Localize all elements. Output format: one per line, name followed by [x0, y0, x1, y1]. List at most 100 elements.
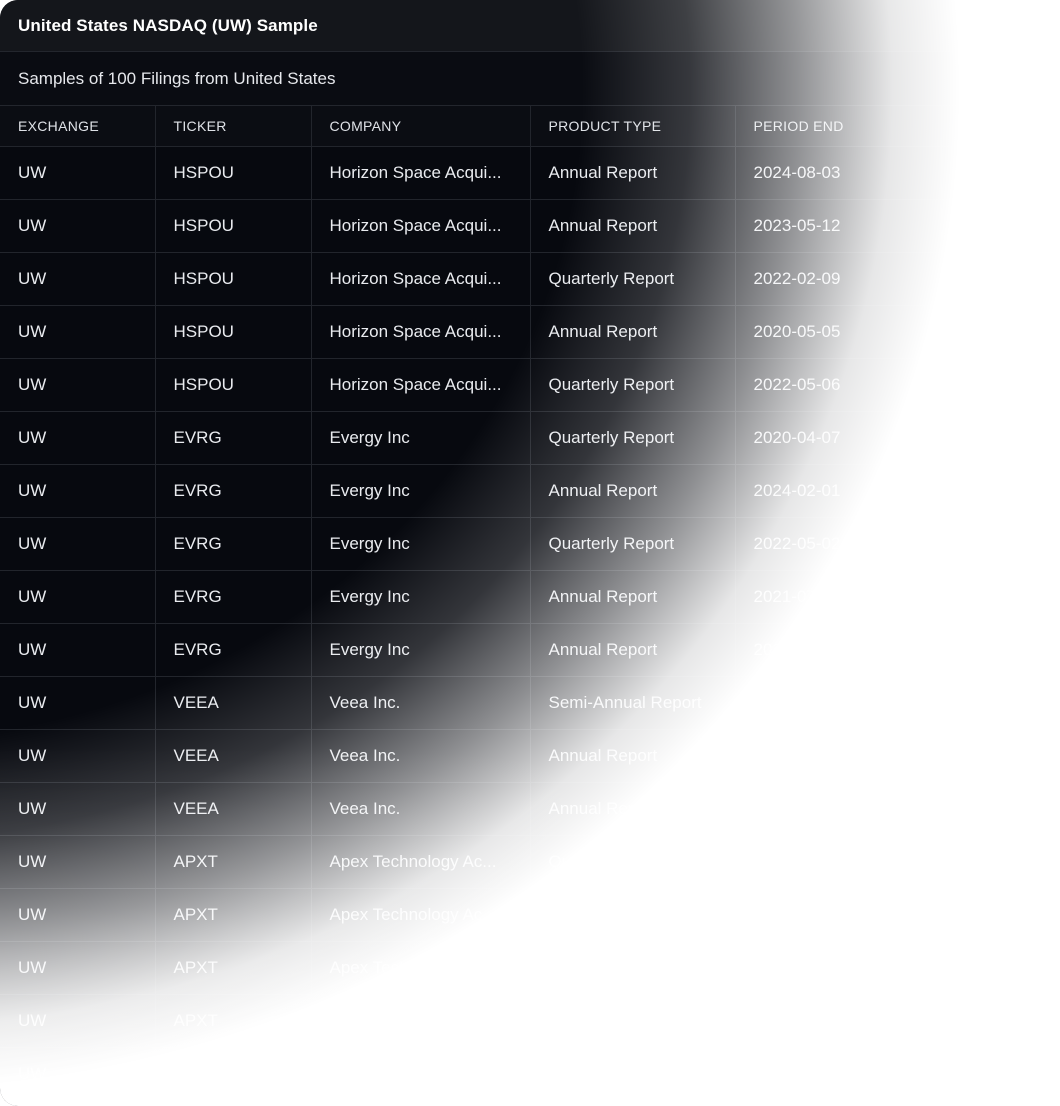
- cell-company: Evergy Inc: [311, 623, 531, 677]
- cell-period-end: 2020-05-05: [735, 305, 942, 359]
- filings-table: EXCHANGE TICKER COMPANY PRODUCT TYPE PERIOD …: [0, 106, 1060, 1101]
- cell-ticker: VEEA: [155, 729, 312, 783]
- cell-company: Evergy Inc: [311, 517, 531, 571]
- table-row[interactable]: UW HSPOU Horizon Space Acqui... Annual Repo…: [0, 305, 1060, 359]
- table-row[interactable]: UW APXT Apex Technology Ac... Semi-Annual R…: [0, 941, 1060, 995]
- cell-url[interactable]: [941, 835, 1060, 889]
- cell-exchange: UW: [0, 464, 156, 518]
- column-header-url[interactable]: URL: [941, 106, 1060, 147]
- cell-url[interactable]: http: [941, 676, 1060, 730]
- cell-product-type: Annual Report: [530, 729, 736, 783]
- cell-company: Apex Technology Ac...: [311, 835, 531, 889]
- cell-url[interactable]: [941, 888, 1060, 942]
- cell-company: Horizon Space Acqui...: [311, 199, 531, 253]
- cell-url[interactable]: [941, 994, 1060, 1048]
- table-row[interactable]: UW VEEA Veea Inc. Annual Report 2020-04-07: [0, 782, 1060, 836]
- cell-ticker: APXT: [155, 888, 312, 942]
- table-row[interactable]: UW EVRG Evergy Inc Annual Report 2021-07-04 h…: [0, 570, 1060, 624]
- cell-url[interactable]: [941, 782, 1060, 836]
- column-header-ticker[interactable]: TICKER: [155, 106, 312, 147]
- cell-product-type: Quarterly Report: [530, 252, 736, 306]
- cell-product-type: Annual Report: [530, 570, 736, 624]
- cell-exchange: UW: [0, 199, 156, 253]
- cell-url[interactable]: https://api.q: [941, 517, 1060, 571]
- cell-product-type: Semi-Annual Report: [530, 941, 736, 995]
- cell-company: Apex Technology Ac...: [311, 994, 531, 1048]
- cell-product-type: Quarterly Report: [530, 411, 736, 465]
- cell-url[interactable]: https://api.q: [941, 199, 1060, 253]
- cell-period-end: [735, 941, 942, 995]
- cell-url[interactable]: https://api.q: [941, 252, 1060, 306]
- table-row[interactable]: UW EVRG Evergy Inc Annual Report 2024-02-01 h…: [0, 464, 1060, 518]
- cell-ticker: APXT: [155, 994, 312, 1048]
- cell-period-end: 2020-04-07: [735, 782, 942, 836]
- cell-exchange: UW: [0, 994, 156, 1048]
- cell-url[interactable]: https://api.: [941, 570, 1060, 624]
- cell-url[interactable]: https://api.q: [941, 146, 1060, 200]
- column-header-product-type[interactable]: PRODUCT TYPE: [530, 106, 736, 147]
- cell-period-end: 2024-08-03: [735, 623, 942, 677]
- table-row[interactable]: UW APXT Apex Technology Ac... Annual Report…: [0, 888, 1060, 942]
- cell-product-type: Semi-Annual Report: [530, 676, 736, 730]
- table-row[interactable]: UW APXT Apex Technology Ac... Quarterly Rep…: [0, 835, 1060, 889]
- cell-exchange: UW: [0, 252, 156, 306]
- cell-company: Horizon Space Acqui...: [311, 358, 531, 412]
- cell-product-type: Annual Report: [530, 305, 736, 359]
- cell-company: Veea Inc.: [311, 782, 531, 836]
- cell-company: Horizon Space Acqui...: [311, 252, 531, 306]
- cell-exchange: UW: [0, 517, 156, 571]
- cell-exchange: UW: [0, 835, 156, 889]
- table-header-row: EXCHANGE TICKER COMPANY PRODUCT TYPE PERIOD …: [0, 106, 1060, 147]
- panel-header: United States NASDAQ (UW) Sample: [0, 0, 1060, 52]
- cell-url[interactable]: [941, 1047, 1060, 1101]
- cell-url[interactable]: [941, 729, 1060, 783]
- column-header-exchange[interactable]: EXCHANGE: [0, 106, 156, 147]
- column-header-period-end[interactable]: PERIOD END: [735, 106, 942, 147]
- cell-company: Evergy Inc: [311, 464, 531, 518]
- cell-company: Apex Technolog: [311, 1047, 531, 1101]
- cell-ticker: VEEA: [155, 676, 312, 730]
- table-row[interactable]: UW HSPOU Horizon Space Acqui... Quarterly R…: [0, 252, 1060, 306]
- cell-period-end: [735, 1047, 942, 1101]
- table-row[interactable]: UW EVRG Evergy Inc Annual Report 2024-08-03 h…: [0, 623, 1060, 677]
- table-body: UW HSPOU Horizon Space Acqui... Annual Repo…: [0, 146, 1060, 1101]
- table-row[interactable]: UW EVRG Evergy Inc Quarterly Report 2020-04-…: [0, 411, 1060, 465]
- cell-period-end: 2024-08-03: [735, 146, 942, 200]
- table-row[interactable]: UW VEEA Veea Inc. Annual Report 2022-05-02: [0, 729, 1060, 783]
- cell-period-end: 2020-04-07: [735, 411, 942, 465]
- cell-period-end: 2022-05-02: [735, 729, 942, 783]
- cell-product-type: Quarterly Report: [530, 835, 736, 889]
- cell-ticker: EVRG: [155, 570, 312, 624]
- table-row[interactable]: UW APXT Apex Technology Ac... Annual R: [0, 994, 1060, 1048]
- table-row[interactable]: UW EVRG Evergy Inc Quarterly Report 2022-05-…: [0, 517, 1060, 571]
- cell-product-type: Annual Report: [530, 146, 736, 200]
- cell-product-type: Annual Report: [530, 199, 736, 253]
- panel-subtitle: Samples of 100 Filings from United State…: [18, 68, 336, 88]
- cell-period-end: [735, 994, 942, 1048]
- table-row[interactable]: UW APXT Apex Technolog: [0, 1047, 1060, 1101]
- cell-ticker: HSPOU: [155, 305, 312, 359]
- table-row[interactable]: UW HSPOU Horizon Space Acqui... Annual Repo…: [0, 146, 1060, 200]
- cell-period-end: 2024-02-01: [735, 464, 942, 518]
- cell-product-type: Annual Report: [530, 623, 736, 677]
- cell-ticker: EVRG: [155, 517, 312, 571]
- table-row[interactable]: UW HSPOU Horizon Space Acqui... Annual Repo…: [0, 199, 1060, 253]
- cell-url[interactable]: https://a: [941, 623, 1060, 677]
- table-row[interactable]: UW VEEA Veea Inc. Semi-Annual Report 2024-08…: [0, 676, 1060, 730]
- cell-exchange: UW: [0, 305, 156, 359]
- cell-period-end: 2022-05-02: [735, 517, 942, 571]
- sample-table-panel: United States NASDAQ (UW) Sample Samples…: [0, 0, 1060, 1106]
- cell-product-type: Annual Report: [530, 464, 736, 518]
- cell-url[interactable]: https://api.q: [941, 305, 1060, 359]
- cell-exchange: UW: [0, 676, 156, 730]
- cell-url[interactable]: https://api.q: [941, 411, 1060, 465]
- cell-url[interactable]: [941, 941, 1060, 995]
- cell-exchange: UW: [0, 411, 156, 465]
- column-header-company[interactable]: COMPANY: [311, 106, 531, 147]
- cell-company: Horizon Space Acqui...: [311, 146, 531, 200]
- cell-url[interactable]: https://api.q: [941, 464, 1060, 518]
- table-row[interactable]: UW HSPOU Horizon Space Acqui... Quarterly R…: [0, 358, 1060, 412]
- cell-url[interactable]: https://api.q: [941, 358, 1060, 412]
- cell-ticker: HSPOU: [155, 146, 312, 200]
- cell-ticker: EVRG: [155, 623, 312, 677]
